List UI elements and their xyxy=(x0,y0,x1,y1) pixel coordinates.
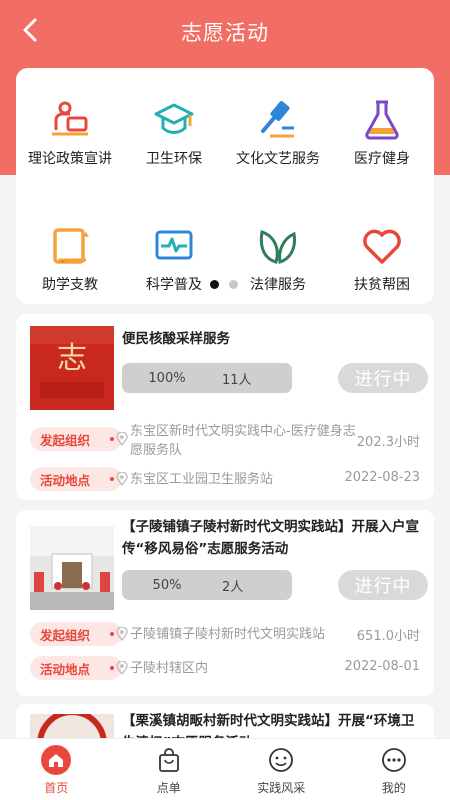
lecturer-icon xyxy=(48,98,92,142)
progress-percent: 100% xyxy=(148,370,186,386)
category-label: 助学支教 xyxy=(42,277,98,293)
category-item-culture[interactable]: 文化文艺服务 xyxy=(226,98,330,178)
category-item-hygiene[interactable]: 卫生环保 xyxy=(122,98,226,178)
category-label: 扶贫帮困 xyxy=(354,277,410,293)
participant-count: 2人 xyxy=(222,579,244,595)
category-label: 文化文艺服务 xyxy=(236,151,320,167)
home-icon xyxy=(41,745,72,775)
progress-bar: 100% 11人 xyxy=(122,363,292,393)
activity-thumbnail: 志 xyxy=(30,326,114,410)
tab-label: 点单 xyxy=(156,781,181,795)
page-dot-active[interactable] xyxy=(210,280,219,289)
location-pin-icon xyxy=(116,432,128,446)
graduation-cap-icon xyxy=(152,98,196,142)
activity-date: 2022-08-01 xyxy=(344,659,420,674)
book-icon xyxy=(48,224,92,268)
more-icon xyxy=(379,745,409,775)
gavel-icon xyxy=(256,98,300,142)
category-panel: 理论政策宣讲 卫生环保 文化文艺服务 医疗健身 助学支教 科学普及 法律服务 扶… xyxy=(16,68,434,304)
pulse-monitor-icon xyxy=(152,224,196,268)
service-hours: 202.3小时 xyxy=(356,435,420,450)
bottom-tab-bar: 首页 点单 实践风采 我的 xyxy=(0,738,450,800)
activity-date: 2022-08-23 xyxy=(344,470,420,485)
tab-label: 实践风采 xyxy=(257,781,306,795)
category-label: 科学普及 xyxy=(146,277,202,293)
tab-order[interactable]: 点单 xyxy=(113,739,226,800)
location-pin-icon xyxy=(116,627,128,641)
heart-icon xyxy=(360,224,404,268)
activity-card[interactable]: 【子陵铺镇子陵村新时代文明实践站】开展入户宣传“移风易俗”志愿服务活动 50% … xyxy=(16,510,434,696)
status-button[interactable]: 进行中 xyxy=(338,570,428,600)
tab-label: 我的 xyxy=(381,781,406,795)
progress-bar: 50% 2人 xyxy=(122,570,292,600)
category-label: 医疗健身 xyxy=(354,151,410,167)
category-item-theory[interactable]: 理论政策宣讲 xyxy=(18,98,122,178)
category-item-legal[interactable]: 法律服务 xyxy=(226,224,330,304)
tab-label: 首页 xyxy=(44,781,69,795)
organizer-name: 东宝区新时代文明实践中心-医疗健身志愿服务队 xyxy=(130,424,356,458)
page-title: 志愿活动 xyxy=(181,21,269,45)
organizer-name: 子陵铺镇子陵村新时代文明实践站 xyxy=(130,627,326,642)
activity-card[interactable]: 【栗溪镇胡畈村新时代文明实践站】开展“环境卫生清扫”志愿服务活动 xyxy=(16,704,434,738)
page-indicator xyxy=(210,280,238,289)
activity-title: 【栗溪镇胡畈村新时代文明实践站】开展“环境卫生清扫”志愿服务活动 xyxy=(122,713,415,738)
organizer-tag: 发起组织 xyxy=(30,427,122,451)
location-tag: 活动地点 xyxy=(30,467,122,491)
tab-mine[interactable]: 我的 xyxy=(338,739,450,800)
chevron-left-icon xyxy=(23,18,37,42)
flask-icon xyxy=(360,98,404,142)
category-item-medical[interactable]: 医疗健身 xyxy=(330,98,434,178)
location-pin-icon xyxy=(116,661,128,675)
category-item-education[interactable]: 助学支教 xyxy=(18,224,122,304)
activity-thumbnail xyxy=(30,526,114,610)
progress-percent: 50% xyxy=(152,577,182,593)
activity-title: 【子陵铺镇子陵村新时代文明实践站】开展入户宣传“移风易俗”志愿服务活动 xyxy=(122,519,419,557)
activity-location: 子陵村辖区内 xyxy=(130,661,209,676)
tab-home[interactable]: 首页 xyxy=(0,739,113,800)
category-label: 法律服务 xyxy=(250,277,306,293)
smile-icon xyxy=(266,745,296,775)
service-hours: 651.0小时 xyxy=(356,629,420,644)
shopping-bag-icon xyxy=(154,745,184,775)
top-bar: 志愿活动 xyxy=(0,0,450,64)
category-label: 理论政策宣讲 xyxy=(28,151,112,167)
activity-title: 便民核酸采样服务 xyxy=(122,331,230,347)
location-pin-icon xyxy=(116,472,128,486)
category-label: 卫生环保 xyxy=(146,151,202,167)
tab-practice-showcase[interactable]: 实践风采 xyxy=(225,739,338,800)
location-tag: 活动地点 xyxy=(30,656,122,680)
activity-location: 东宝区工业园卫生服务站 xyxy=(130,472,274,487)
back-button[interactable] xyxy=(14,14,46,46)
participant-count: 11人 xyxy=(222,372,252,388)
page-dot[interactable] xyxy=(229,280,238,289)
activity-thumbnail xyxy=(30,714,114,738)
category-item-science[interactable]: 科学普及 xyxy=(122,224,226,304)
category-item-poverty-relief[interactable]: 扶贫帮困 xyxy=(330,224,434,304)
organizer-tag: 发起组织 xyxy=(30,622,122,646)
status-button[interactable]: 进行中 xyxy=(338,363,428,393)
svg-text:志: 志 xyxy=(57,341,87,376)
leaf-icon xyxy=(256,224,300,268)
activity-card[interactable]: 志 便民核酸采样服务 100% 11人 进行中 发起组织 东宝区新时代文明实践中… xyxy=(16,314,434,500)
